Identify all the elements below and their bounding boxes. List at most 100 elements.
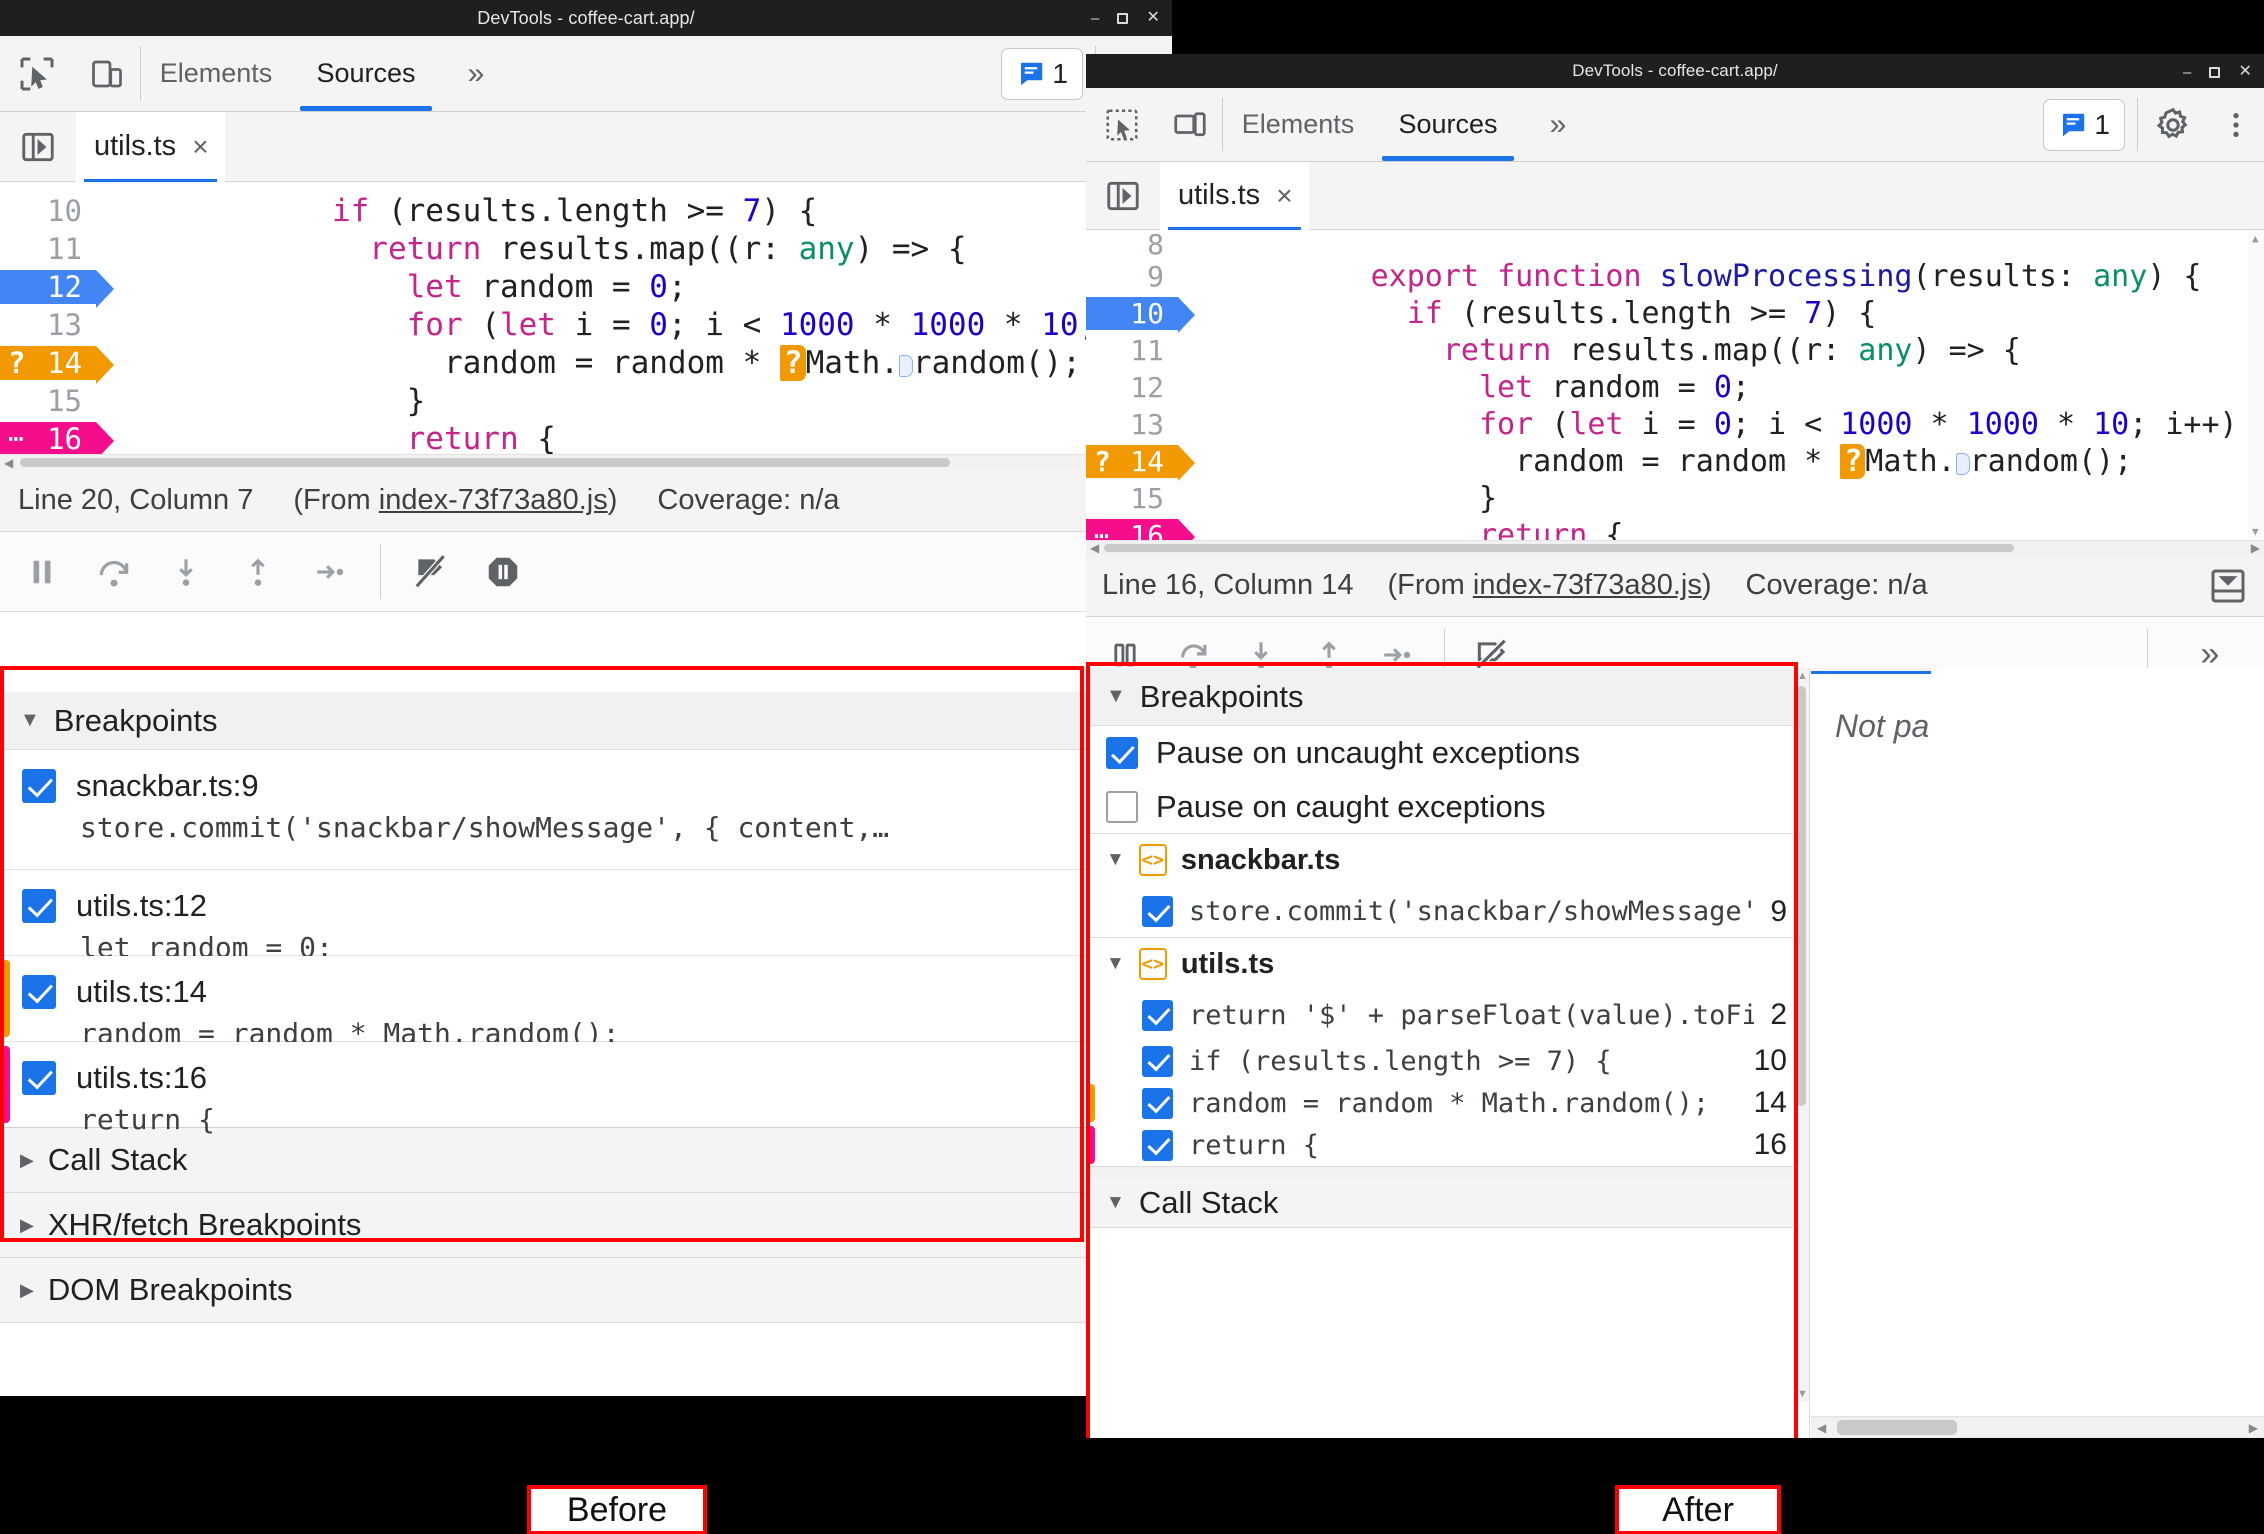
before-code-editor[interactable]: 10 if (results.length >= 7) { 11 return … bbox=[0, 182, 1172, 454]
inspect-cursor-icon[interactable] bbox=[0, 36, 74, 112]
inspect-cursor-icon[interactable] bbox=[1086, 88, 1158, 162]
show-navigator-icon[interactable] bbox=[1086, 162, 1160, 230]
hscroll-thumb[interactable] bbox=[1837, 1420, 1957, 1435]
more-options-icon[interactable] bbox=[2208, 88, 2264, 162]
after-sidebar-hscrollbar[interactable]: ◀ ▶ bbox=[1811, 1416, 2264, 1438]
after-editor-hscrollbar[interactable]: ◀ ▶ bbox=[1086, 540, 2264, 555]
breakpoint-checkbox[interactable] bbox=[22, 975, 56, 1009]
breakpoint-list-item[interactable]: return '$' + parseFloat(value).toFixed(…… bbox=[1086, 990, 1809, 1040]
line-number[interactable]: 11 bbox=[0, 232, 96, 266]
gear-icon[interactable] bbox=[2138, 88, 2208, 162]
line-number[interactable]: 13 bbox=[0, 308, 96, 342]
breakpoint-list-item[interactable]: utils.ts:16 return { bbox=[0, 1042, 1172, 1136]
line-number[interactable]: 11 bbox=[1086, 334, 1178, 367]
scroll-up-arrow[interactable]: ▲ bbox=[1797, 670, 1808, 682]
file-tab-utils-ts[interactable]: utils.ts × bbox=[76, 111, 225, 183]
tab-sources[interactable]: Sources bbox=[1373, 88, 1523, 161]
source-origin-link[interactable]: index-73f73a80.js bbox=[1473, 569, 1702, 601]
breakpoint-list-item[interactable]: utils.ts:14 random = random * Math.rando… bbox=[0, 956, 1172, 1050]
breakpoint-checkbox[interactable] bbox=[22, 1061, 56, 1095]
line-number[interactable]: 8 bbox=[1086, 230, 1178, 261]
breakpoint-marker-line-12[interactable]: 12 bbox=[0, 270, 114, 308]
pause-uncaught-exceptions-row[interactable]: Pause on uncaught exceptions bbox=[1086, 726, 1809, 780]
scroll-down-arrow[interactable]: ▼ bbox=[2252, 525, 2259, 538]
breakpoint-checkbox[interactable] bbox=[1142, 1087, 1173, 1119]
chevron-down-icon[interactable]: ▼ bbox=[1106, 849, 1125, 871]
step-over-icon[interactable] bbox=[92, 532, 136, 612]
call-stack-pane-header[interactable]: ▼ Call Stack bbox=[1086, 1178, 1809, 1228]
breakpoint-marker-line-14[interactable]: ? 14 bbox=[0, 346, 114, 384]
pause-resume-icon[interactable] bbox=[20, 532, 64, 612]
after-code-editor[interactable]: 8 9 export function slowProcessing(resul… bbox=[1086, 230, 2264, 540]
step-icon[interactable] bbox=[308, 532, 352, 612]
breakpoint-list-item[interactable]: return { 16 bbox=[1086, 1124, 1809, 1166]
maximize-icon[interactable] bbox=[1117, 12, 1129, 24]
show-navigator-icon[interactable] bbox=[0, 112, 76, 182]
issues-button[interactable]: 1 bbox=[1001, 47, 1083, 100]
tab-elements[interactable]: Elements bbox=[1223, 88, 1373, 161]
scroll-left-arrow[interactable]: ◀ bbox=[1817, 1421, 1826, 1435]
breakpoint-checkbox[interactable] bbox=[22, 889, 56, 923]
tab-sources[interactable]: Sources bbox=[291, 36, 441, 111]
breakpoint-group-header[interactable]: ▼ <> snackbar.ts bbox=[1086, 834, 1809, 886]
deactivate-breakpoints-icon[interactable] bbox=[409, 532, 453, 612]
source-origin-link[interactable]: index-73f73a80.js bbox=[379, 484, 608, 516]
after-editor-vscrollbar[interactable]: ▲ ▼ bbox=[2248, 230, 2264, 540]
breakpoint-group-header[interactable]: ▼ <> utils.ts bbox=[1086, 938, 1809, 990]
line-number[interactable]: 13 bbox=[1086, 408, 1178, 441]
scroll-up-arrow[interactable]: ▲ bbox=[2252, 232, 2259, 245]
pause-uncaught-checkbox[interactable] bbox=[1106, 737, 1138, 769]
issues-button[interactable]: 1 bbox=[2043, 98, 2125, 151]
before-editor-hscrollbar[interactable]: ◀ bbox=[0, 454, 1172, 470]
line-number[interactable]: 9 bbox=[1086, 260, 1178, 293]
minimize-icon[interactable] bbox=[1091, 11, 1099, 26]
line-number[interactable]: 15 bbox=[1086, 482, 1178, 515]
tab-elements[interactable]: Elements bbox=[141, 36, 291, 111]
close-tab-icon[interactable]: × bbox=[1276, 180, 1292, 212]
scroll-left-arrow[interactable]: ◀ bbox=[4, 456, 13, 470]
breakpoint-checkbox[interactable] bbox=[1142, 1129, 1173, 1161]
maximize-icon[interactable] bbox=[2209, 66, 2221, 78]
line-number[interactable]: 15 bbox=[0, 384, 96, 418]
dom-breakpoints-pane-header[interactable]: ▶ DOM Breakpoints bbox=[0, 1258, 1172, 1323]
scroll-right-arrow[interactable]: ▶ bbox=[2249, 1421, 2258, 1435]
breakpoint-checkbox[interactable] bbox=[1142, 999, 1173, 1031]
breakpoint-marker-line-14[interactable]: ? 14 bbox=[1086, 445, 1195, 481]
scroll-left-arrow[interactable]: ◀ bbox=[1090, 541, 1099, 555]
breakpoint-checkbox[interactable] bbox=[1142, 896, 1173, 927]
scroll-down-arrow[interactable]: ▼ bbox=[1797, 1388, 1808, 1400]
breakpoint-checkbox[interactable] bbox=[1142, 1045, 1173, 1077]
chevron-down-icon[interactable]: ▼ bbox=[1106, 953, 1125, 975]
file-tab-utils-ts[interactable]: utils.ts × bbox=[1160, 161, 1309, 231]
show-drawer-icon[interactable] bbox=[2208, 566, 2248, 606]
device-toolbar-icon[interactable] bbox=[1158, 88, 1222, 162]
breakpoint-list-item[interactable]: store.commit('snackbar/showMessage', { …… bbox=[1086, 886, 1809, 938]
breakpoint-marker-line-10[interactable]: 10 bbox=[1086, 297, 1195, 333]
more-tabs-button[interactable]: » bbox=[1523, 88, 1593, 161]
breakpoint-marker-line-16[interactable]: ⋯ 16 bbox=[1086, 519, 1195, 540]
hscroll-thumb[interactable] bbox=[20, 458, 950, 467]
line-number[interactable]: 10 bbox=[0, 194, 96, 228]
minimize-icon[interactable] bbox=[2183, 65, 2191, 80]
xhr-breakpoints-pane-header[interactable]: ▶ XHR/fetch Breakpoints bbox=[0, 1193, 1172, 1258]
step-into-icon[interactable] bbox=[164, 532, 208, 612]
breakpoint-marker-line-16[interactable]: ⋯ 16 bbox=[0, 422, 114, 454]
close-icon[interactable] bbox=[2238, 64, 2252, 80]
breakpoint-checkbox[interactable] bbox=[22, 769, 56, 803]
after-sidebar-vscrollbar[interactable]: ▲ ▼ bbox=[1793, 668, 1809, 1402]
device-toolbar-icon[interactable] bbox=[74, 36, 140, 112]
close-icon[interactable] bbox=[1146, 10, 1160, 26]
pause-on-exceptions-icon[interactable] bbox=[481, 532, 525, 612]
breakpoint-list-item[interactable]: random = random * Math.random(); 14 bbox=[1086, 1082, 1809, 1124]
pause-caught-checkbox[interactable] bbox=[1106, 790, 1138, 823]
breakpoint-list-item[interactable]: snackbar.ts:9 store.commit('snackbar/sho… bbox=[0, 750, 1172, 870]
hscroll-thumb[interactable] bbox=[1104, 544, 2014, 552]
more-tabs-button[interactable]: » bbox=[441, 36, 511, 111]
breakpoint-list-item[interactable]: if (results.length >= 7) { 10 bbox=[1086, 1040, 1809, 1082]
pause-caught-exceptions-row[interactable]: Pause on caught exceptions bbox=[1086, 780, 1809, 834]
breakpoints-pane-header[interactable]: ▼ Breakpoints bbox=[0, 692, 1172, 750]
breakpoints-pane-header[interactable]: ▼ Breakpoints bbox=[1086, 668, 1809, 726]
close-tab-icon[interactable]: × bbox=[192, 131, 208, 163]
step-out-icon[interactable] bbox=[236, 532, 280, 612]
vscroll-thumb[interactable] bbox=[1796, 686, 1806, 1106]
